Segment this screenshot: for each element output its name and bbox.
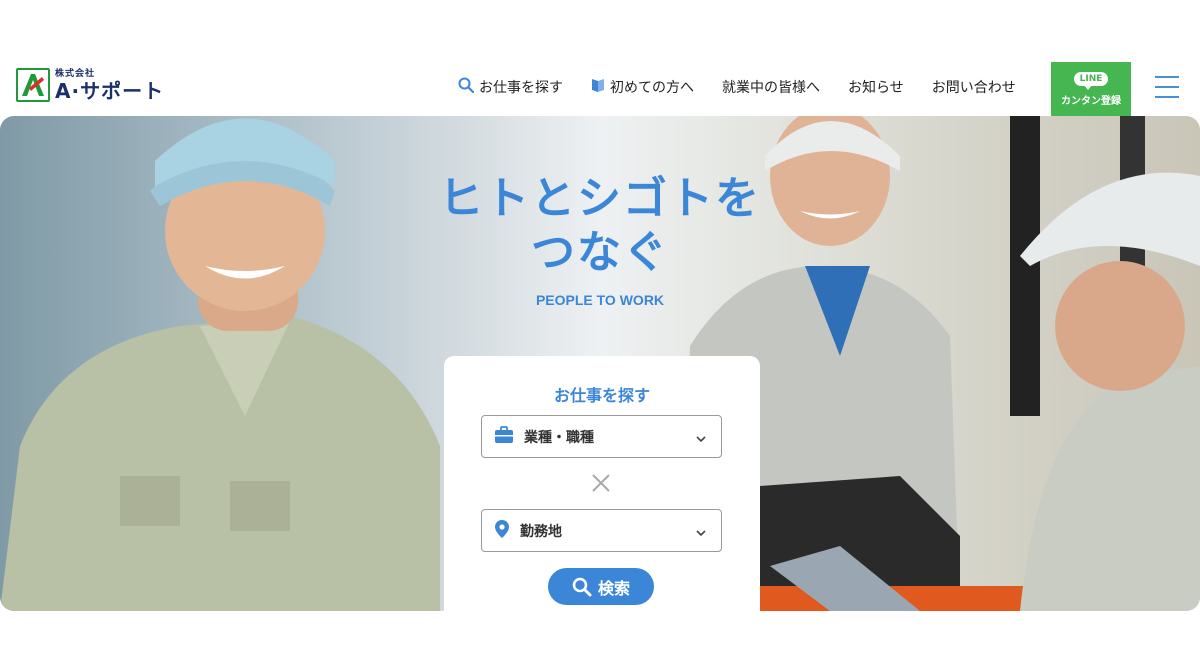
cross-icon [590, 472, 612, 498]
industry-select-label: 業種・職種 [524, 429, 594, 446]
line-register-button[interactable]: LINE カンタン登録 [1051, 62, 1131, 116]
nav-item-label: 就業中の皆様へ [722, 80, 820, 96]
search-submit-button[interactable]: 検索 [548, 568, 654, 605]
book-icon [591, 77, 605, 97]
search-icon [572, 577, 592, 596]
logo-mark-icon [16, 68, 50, 102]
hamburger-menu-icon[interactable] [1155, 76, 1179, 98]
briefcase-icon [494, 425, 514, 448]
nav-item-contact[interactable]: お問い合わせ [932, 77, 1016, 97]
nav-item-label: お問い合わせ [931, 80, 1016, 96]
chevron-down-icon [695, 524, 707, 543]
hero-subtitle: PEOPLE TO WORK [535, 292, 665, 308]
site-logo[interactable]: 株式会社 A·サポート [16, 68, 164, 102]
job-search-card: お仕事を探す 業種・職種 勤務地 検索 [444, 356, 760, 611]
hero-section: ヒトとシゴトを つなぐ PEOPLE TO WORK お仕事を探す 業種・職種 … [0, 116, 1200, 611]
location-select-label: 勤務地 [520, 523, 562, 540]
nav-item-news[interactable]: お知らせ [848, 77, 904, 97]
line-register-label: カンタン登録 [1061, 95, 1121, 107]
nav-item-first-time[interactable]: 初めての方へ [591, 77, 694, 97]
nav-item-label: お知らせ [848, 80, 904, 96]
line-badge: LINE [1073, 71, 1109, 90]
logo-company-type: 株式会社 [55, 68, 96, 79]
nav-item-find-work[interactable]: お仕事を探す [458, 77, 563, 97]
map-pin-icon [494, 519, 510, 543]
location-select[interactable]: 勤務地 [481, 509, 722, 552]
search-icon [458, 77, 475, 97]
nav-item-label: 初めての方へ [610, 80, 694, 96]
main-nav: お仕事を探す 初めての方へ 就業中の皆様へ お知らせ お問い合わせ [458, 77, 1044, 97]
site-header: 株式会社 A·サポート お仕事を探す 初めての方へ 就業中の皆様へ お知らせ お… [0, 58, 1200, 116]
chevron-down-icon [695, 430, 707, 449]
hero-title-line2: つなぐ [531, 227, 669, 278]
nav-item-label: お仕事を探す [479, 80, 563, 96]
hero-title: ヒトとシゴトを つなぐ [420, 172, 780, 280]
search-submit-label: 検索 [597, 578, 630, 598]
nav-item-current-staff[interactable]: 就業中の皆様へ [722, 77, 820, 97]
search-card-title: お仕事を探す [553, 386, 650, 405]
industry-select[interactable]: 業種・職種 [481, 415, 722, 458]
hero-title-line1: ヒトとシゴトを [439, 173, 761, 224]
logo-name: A·サポート [55, 78, 165, 103]
